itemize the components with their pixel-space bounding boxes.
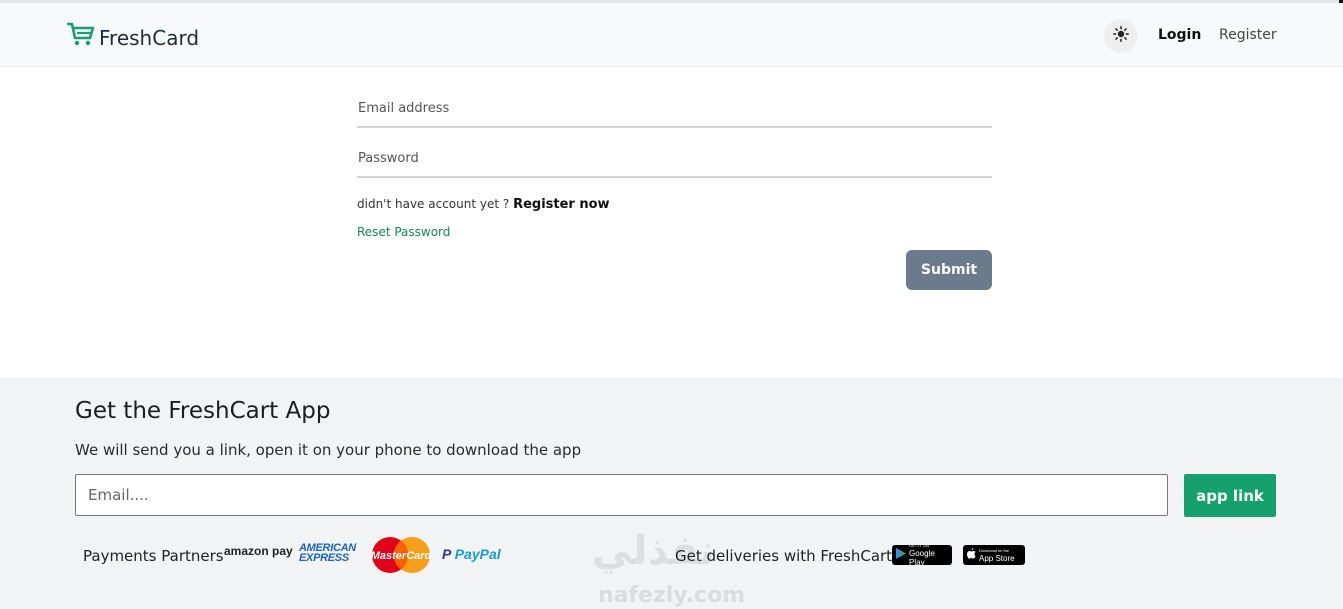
- nav-login-link[interactable]: Login: [1158, 27, 1201, 43]
- google-play-text: GET IT ON Google Play: [909, 543, 948, 567]
- google-play-badge[interactable]: GET IT ON Google Play: [892, 543, 952, 567]
- paypal-text: PayPal: [454, 546, 501, 562]
- footer: Get the FreshCart App We will send you a…: [0, 378, 1343, 609]
- american-express-logo: AMERICAN EXPRESS: [299, 542, 361, 564]
- email-field[interactable]: [357, 90, 992, 128]
- password-field[interactable]: [357, 140, 992, 178]
- nav-register-link[interactable]: Register: [1219, 27, 1277, 43]
- paypal-p-icon: P: [442, 546, 455, 562]
- mastercard-logo: MasterCard: [369, 536, 433, 574]
- payments-partners-label: Payments Partners: [83, 547, 224, 565]
- amazon-pay-text: amazon pay: [224, 544, 293, 558]
- no-account-prompt: didn't have account yet ? Register now: [357, 197, 610, 212]
- app-store-text: Download on the App Store: [979, 548, 1015, 563]
- google-play-big: Google Play: [909, 549, 935, 567]
- theme-toggle-button[interactable]: [1104, 19, 1138, 53]
- navbar: FreshCard Login Register: [0, 3, 1343, 67]
- submit-button[interactable]: Submit: [906, 250, 992, 290]
- brand-name: FreshCard: [99, 25, 200, 50]
- register-now-link[interactable]: Register now: [513, 197, 610, 212]
- google-play-icon: [896, 546, 906, 564]
- app-link-button[interactable]: app link: [1184, 474, 1276, 517]
- cart-icon: [66, 22, 95, 53]
- deliveries-label: Get deliveries with FreshCart: [675, 547, 893, 565]
- amazon-pay-logo: amazon pay: [224, 544, 293, 558]
- sun-icon: [1113, 25, 1129, 47]
- app-store-badge[interactable]: Download on the App Store: [963, 545, 1025, 565]
- app-email-input[interactable]: [75, 474, 1168, 516]
- footer-subtitle: We will send you a link, open it on your…: [75, 441, 582, 459]
- watermark-url: nafezly.com: [598, 583, 746, 608]
- brand-logo-link[interactable]: FreshCard: [66, 22, 200, 53]
- no-account-text: didn't have account yet ?: [357, 197, 514, 211]
- reset-password-link[interactable]: Reset Password: [357, 225, 450, 239]
- paypal-logo: P PayPal: [442, 546, 501, 562]
- american-express-text: AMERICAN EXPRESS: [299, 542, 356, 564]
- mastercard-text: MasterCard: [371, 550, 432, 562]
- apple-icon: [967, 546, 976, 564]
- footer-title: Get the FreshCart App: [75, 398, 331, 424]
- app-store-big: App Store: [979, 553, 1015, 563]
